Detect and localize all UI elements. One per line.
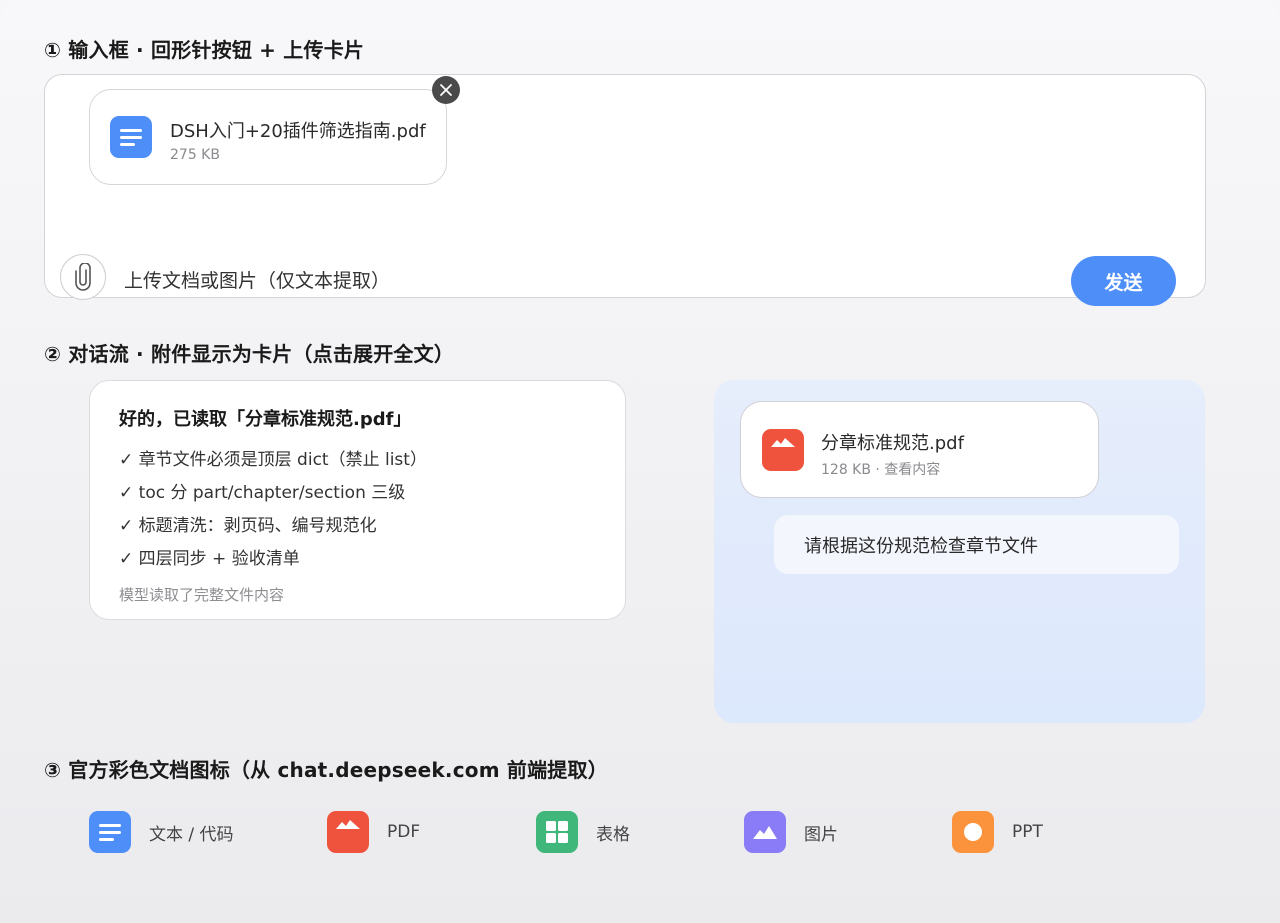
legend-label: PPT xyxy=(1012,822,1043,842)
send-button[interactable]: 发送 xyxy=(1071,256,1176,306)
legend-label: 图片 xyxy=(804,824,838,845)
legend-item-image: 图片 xyxy=(744,810,838,854)
upload-file-name: DSH入门+20插件筛选指南.pdf xyxy=(170,121,426,142)
paperclip-icon xyxy=(75,263,91,291)
legend-item-ppt: PPT xyxy=(952,810,1043,854)
legend-label: 表格 xyxy=(596,824,630,845)
text-doc-icon xyxy=(89,811,131,853)
input-placeholder[interactable]: 上传文档或图片（仅文本提取） xyxy=(124,266,390,293)
reply-line: ✓ 四层同步 + 验收清单 xyxy=(119,549,300,569)
page-frame: ① 输入框 · 回形针按钮 + 上传卡片 DSH入门+20插件筛选指南.pdf … xyxy=(0,0,1280,923)
legend-item-text: 文本 / 代码 xyxy=(89,810,234,854)
ppt-icon xyxy=(952,811,994,853)
reply-line: ✓ 标题清洗：剥页码、编号规范化 xyxy=(119,516,377,536)
legend-item-spreadsheet: 表格 xyxy=(536,810,630,854)
assistant-reply-card: 好的，已读取「分章标准规范.pdf」 ✓ 章节文件必须是顶层 dict（禁止 l… xyxy=(89,380,626,620)
section3-title: ③ 官方彩色文档图标（从 chat.deepseek.com 前端提取） xyxy=(44,758,608,782)
upload-file-card[interactable]: DSH入门+20插件筛选指南.pdf 275 KB xyxy=(89,89,447,185)
close-icon xyxy=(440,84,452,96)
legend-label: 文本 / 代码 xyxy=(149,824,234,845)
attachment-file-name: 分章标准规范.pdf xyxy=(821,433,964,454)
legend-label: PDF xyxy=(387,822,421,842)
remove-attachment-button[interactable] xyxy=(432,76,460,104)
section2-title: ② 对话流 · 附件显示为卡片（点击展开全文） xyxy=(44,342,455,366)
legend-item-pdf: PDF xyxy=(327,810,420,854)
reply-title: 好的，已读取「分章标准规范.pdf」 xyxy=(119,409,412,430)
user-message-bubble: 请根据这份规范检查章节文件 xyxy=(774,515,1179,574)
reply-note: 模型读取了完整文件内容 xyxy=(119,586,285,604)
doc-icon xyxy=(110,116,152,162)
pdf-icon xyxy=(327,811,369,853)
image-icon xyxy=(744,811,786,853)
upload-file-size: 275 KB xyxy=(170,147,220,163)
pdf-icon xyxy=(762,429,804,475)
reply-line: ✓ toc 分 part/chapter/section 三级 xyxy=(119,483,406,503)
attachment-card[interactable]: 分章标准规范.pdf 128 KB · 查看内容 xyxy=(740,401,1099,498)
reply-line: ✓ 章节文件必须是顶层 dict（禁止 list） xyxy=(119,450,427,470)
section1-title: ① 输入框 · 回形针按钮 + 上传卡片 xyxy=(44,38,365,62)
attachment-meta: 128 KB · 查看内容 xyxy=(821,462,941,478)
spreadsheet-icon xyxy=(536,811,578,853)
attach-file-button[interactable] xyxy=(60,254,106,300)
